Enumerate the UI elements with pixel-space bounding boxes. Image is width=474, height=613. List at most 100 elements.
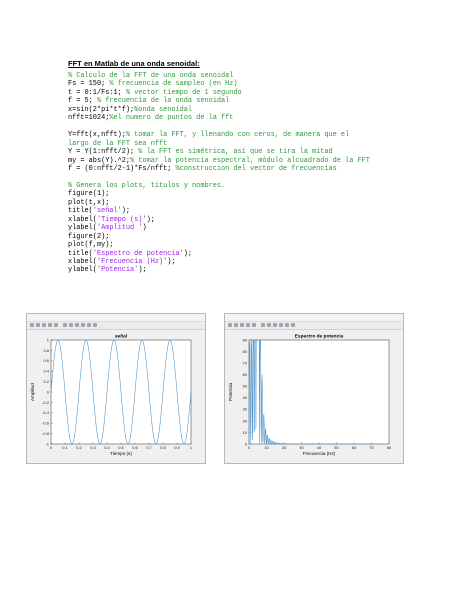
code-comment: % frecuencia de la onda senoidal	[96, 97, 230, 106]
code-line: Fs = 150; % frecuencia de sampleo (en Hz…	[68, 80, 238, 88]
code-line: ylabel('Potencia');	[68, 266, 147, 274]
toolbar-tool-icon[interactable]	[93, 323, 97, 327]
code-text: plot(t,x);	[68, 198, 110, 207]
toolbar-tool-icon[interactable]	[267, 323, 271, 327]
y-tick-label: 0.8	[43, 348, 49, 353]
code-line: Y=fft(x,nfft);% tomar la FFT, y llenando…	[68, 131, 349, 139]
code-line: figure(1);	[68, 190, 109, 198]
toolbar-tool-icon[interactable]	[228, 323, 232, 327]
code-comment: % tomar la potencia espectral, módulo al…	[130, 156, 370, 165]
y-tick-label: 60	[243, 372, 248, 377]
code-string: 'Frecuencia (Hz)'	[96, 257, 168, 266]
code-line: xlabel('Tiempo (s)');	[68, 216, 155, 224]
code-comment: % frecuencia de sampleo (en Hz)	[109, 80, 238, 89]
figure-1-plot: señal0 0.1 0.2 0.3 0.4 0.5 0.6 0.7 0.8 0.9 1-1-0.8…	[27, 330, 205, 463]
x-tick-label: 0.9	[174, 445, 180, 450]
x-tick-label: 0.5	[118, 445, 124, 450]
code-text: );	[167, 257, 176, 266]
code-text: xlabel(	[68, 215, 97, 224]
code-comment: % tomar la FFT, y llenando con ceros, de…	[125, 131, 350, 140]
y-tick-label: 0.2	[43, 379, 49, 384]
code-text: Y=fft(x,nfft);	[68, 131, 126, 140]
code-text: figure(1);	[68, 190, 110, 199]
toolbar-tool-icon[interactable]	[234, 323, 238, 327]
figure-2-toolbar	[225, 322, 403, 330]
code-string: 'señal'	[92, 207, 122, 216]
toolbar-tool-icon[interactable]	[285, 323, 289, 327]
toolbar-tool-icon[interactable]	[279, 323, 283, 327]
code-comment: % Calculo de la FFT de una onda senoidal	[68, 72, 234, 80]
code-line: xlabel('Frecuencia (Hz)');	[68, 258, 176, 266]
code-line: largo de la FFT sea nfft	[68, 140, 167, 148]
x-tick-label: 80	[387, 445, 392, 450]
code-text: ylabel(	[68, 266, 97, 275]
code-line: plot(t,x);	[68, 199, 109, 207]
x-tick-label: 60	[352, 445, 357, 450]
code-text: x=sin(2*pi*t*f);	[68, 105, 135, 114]
code-text: );	[121, 207, 131, 216]
code-line: Y = Y(1:nfft/2); % la FFT es simétrica, …	[68, 148, 333, 156]
code-text: );	[183, 249, 193, 258]
y-axis-label: Amplitud	[30, 383, 35, 401]
code-string: 'Tiempo (s)'	[96, 215, 147, 224]
code-line: % Genera los plots, títulos y nombres.	[68, 182, 225, 190]
toolbar-tool-icon[interactable]	[81, 323, 85, 327]
toolbar-tool-icon[interactable]	[261, 323, 265, 327]
toolbar-tool-icon[interactable]	[30, 323, 34, 327]
x-tick-label: 0.1	[62, 445, 68, 450]
toolbar-tool-icon[interactable]	[252, 323, 256, 327]
code-line: title('señal');	[68, 207, 130, 215]
code-text: )	[142, 224, 147, 233]
x-tick-label: 50	[334, 445, 339, 450]
code-string: 'Potencia'	[96, 266, 139, 275]
toolbar-tool-icon[interactable]	[291, 323, 295, 327]
code-comment: % vector tiempo de 1 segundo	[125, 88, 242, 97]
y-tick-label: 70	[243, 361, 248, 366]
y-tick-label: 0.4	[43, 369, 49, 374]
code-string: 'Amplitud '	[96, 224, 143, 233]
code-comment: largo de la FFT sea nfft	[68, 139, 168, 148]
chart-title: señal	[115, 334, 127, 340]
figure-2-menubar: FileEditViewInsertToolsDesktopWindowHelp	[225, 314, 403, 328]
code-text: nfft=1024;	[68, 114, 110, 123]
toolbar-tool-icon[interactable]	[75, 323, 79, 327]
toolbar-tool-icon[interactable]	[48, 323, 52, 327]
y-tick-label: 30	[243, 407, 248, 412]
code-text: figure(2);	[68, 232, 110, 241]
figure-1-toolbar	[27, 322, 205, 330]
chart-title: Espectro de potencia	[295, 334, 344, 340]
code-line: t = 0:1/Fs:1; % vector tiempo de 1 segun…	[68, 89, 242, 97]
y-tick-label: -0.2	[42, 400, 50, 405]
toolbar-tool-icon[interactable]	[246, 323, 250, 327]
code-text: plot(f,my);	[68, 241, 114, 250]
code-text: );	[146, 215, 155, 224]
x-tick-label: 40	[317, 445, 322, 450]
code-text: f = 5;	[68, 97, 97, 106]
y-tick-label: -0.4	[42, 410, 50, 415]
toolbar-tool-icon[interactable]	[42, 323, 46, 327]
toolbar-tool-icon[interactable]	[54, 323, 58, 327]
code-line: % Calculo de la FFT de una onda senoidal	[68, 72, 233, 80]
code-text: xlabel(	[68, 257, 97, 266]
x-tick-label: 20	[282, 445, 287, 450]
figure-2-plot: Espectro de potencia0 10 20 30 40 50 60 70 80010…	[225, 330, 403, 463]
code-line: f = 5; % frecuencia de la onda senoidal	[68, 97, 229, 105]
figure-1-menubar: FileEditViewInsertToolsDesktopWindowHelp	[27, 314, 205, 328]
code-line: ylabel('Amplitud ')	[68, 224, 147, 232]
toolbar-tool-icon[interactable]	[63, 323, 67, 327]
y-tick-label: 0.6	[43, 358, 49, 363]
toolbar-tool-icon[interactable]	[36, 323, 40, 327]
toolbar-tool-icon[interactable]	[240, 323, 244, 327]
toolbar-tool-icon[interactable]	[273, 323, 277, 327]
code-text: title(	[68, 249, 93, 258]
y-tick-label: -0.8	[42, 431, 50, 436]
code-line: nfft=1024;%el numero de puntos de la fft	[68, 114, 233, 122]
page-title: FFT en Matlab de una onda senoidal:	[68, 59, 200, 68]
y-tick-label: 80	[243, 349, 248, 354]
toolbar-tool-icon[interactable]	[69, 323, 73, 327]
code-text: my = abs(Y).^2;	[68, 156, 131, 165]
toolbar-tool-icon[interactable]	[87, 323, 91, 327]
code-line: title('Espectro de potencia');	[68, 250, 192, 258]
x-tick-label: 0.4	[104, 445, 110, 450]
y-tick-label: 50	[243, 384, 248, 389]
